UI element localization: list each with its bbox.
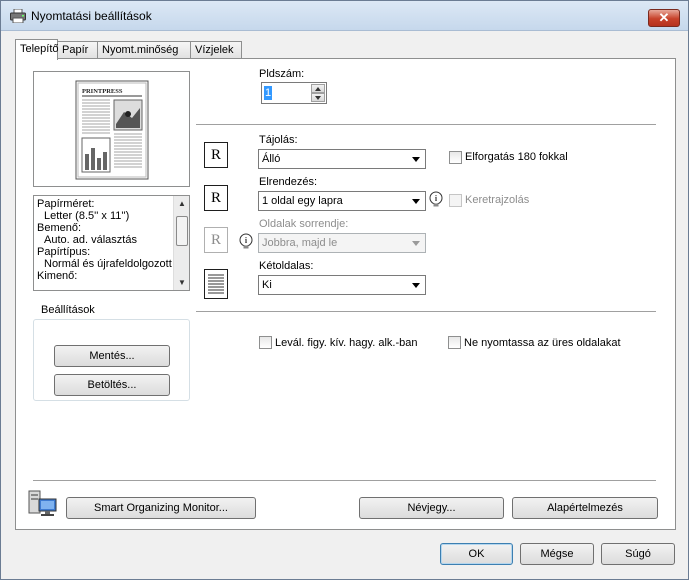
skip-blank-pages-checkbox[interactable] (448, 336, 461, 349)
draw-border-label: Keretrajzolás (465, 194, 530, 206)
page-preview-image: PRINTPRESS (75, 80, 149, 180)
summary-paper-size-label: Papírméret: (37, 198, 95, 210)
scroll-thumb[interactable] (176, 216, 188, 246)
duplex-value: Ki (262, 279, 272, 291)
layout-page-icon: R (204, 185, 228, 211)
draw-border-checkbox[interactable] (449, 194, 462, 207)
rotate-180-checkbox[interactable] (449, 151, 462, 164)
chevron-down-icon (412, 199, 420, 204)
page-order-label: Oldalak sorrendje: (259, 218, 349, 230)
summary-input-label: Bemenő: (37, 222, 82, 234)
info-bulb-icon[interactable]: i (428, 191, 444, 207)
orientation-portrait-icon: R (204, 142, 228, 168)
spin-up-icon[interactable] (311, 84, 325, 93)
copies-label: Pldszám: (259, 68, 305, 80)
orientation-value: Álló (262, 153, 281, 165)
orientation-label: Tájolás: (259, 134, 298, 146)
scroll-down-arrow-icon[interactable]: ▼ (175, 276, 189, 289)
tab-paper[interactable]: Papír (57, 41, 98, 59)
tab-print-quality[interactable]: Nyomt.minőség (97, 41, 191, 59)
info-bulb-icon[interactable]: i (238, 233, 254, 249)
duplex-select[interactable]: Ki (258, 275, 426, 295)
summary-input-value: Auto. ad. választás (44, 234, 137, 246)
title-bar: Nyomtatási beállítások ✕ (1, 1, 688, 31)
chevron-down-icon (412, 157, 420, 162)
copies-value[interactable]: 1 (264, 86, 273, 100)
chevron-down-icon (412, 283, 420, 288)
separate-jobs-checkbox[interactable] (259, 336, 272, 349)
chevron-down-icon (412, 241, 420, 246)
page-order-icon: R (204, 227, 228, 253)
page-preview: PRINTPRESS (33, 71, 190, 187)
tab-setup[interactable]: Telepítő (15, 39, 59, 60)
cancel-button[interactable]: Mégse (520, 543, 594, 565)
page-order-value: Jobbra, majd le (262, 237, 338, 249)
page-order-select[interactable]: Jobbra, majd le (258, 233, 426, 253)
separator-top (196, 124, 656, 125)
separator-middle (196, 311, 656, 312)
settings-summary-list[interactable]: Papírméret: Letter (8.5'' x 11'') Bemenő… (33, 195, 190, 291)
spin-down-icon[interactable] (311, 93, 325, 102)
layout-select[interactable]: 1 oldal egy lapra (258, 191, 426, 211)
printing-preferences-window: Nyomtatási beállítások ✕ Telepítő Papír … (0, 0, 689, 580)
smart-organizing-monitor-button[interactable]: Smart Organizing Monitor... (66, 497, 256, 519)
save-settings-button[interactable]: Mentés... (54, 345, 170, 367)
summary-paper-type-value: Normál és újrafeldolgozott (44, 258, 172, 270)
settings-group-title: Beállítások (39, 304, 97, 316)
close-button[interactable]: ✕ (648, 9, 680, 27)
help-button[interactable]: Súgó (601, 543, 675, 565)
separate-jobs-label: Levál. figy. kív. hagy. alk.-ban (275, 337, 418, 349)
printer-icon (10, 9, 26, 23)
rotate-180-label: Elforgatás 180 fokkal (465, 151, 568, 163)
summary-paper-type-label: Papírtípus: (37, 246, 91, 258)
tab-watermarks[interactable]: Vízjelek (190, 41, 242, 59)
copies-spinner[interactable]: 1 (261, 82, 327, 104)
summary-output-label: Kimenő: (37, 270, 78, 282)
summary-scrollbar[interactable]: ▲ ▼ (173, 196, 189, 290)
separator-bottom (33, 480, 656, 481)
summary-paper-size-value: Letter (8.5'' x 11'') (44, 210, 130, 222)
duplex-document-icon (204, 269, 228, 299)
layout-value: 1 oldal egy lapra (262, 195, 343, 207)
scroll-up-arrow-icon[interactable]: ▲ (175, 197, 189, 210)
load-settings-button[interactable]: Betöltés... (54, 374, 170, 396)
orientation-select[interactable]: Álló (258, 149, 426, 169)
preview-newspaper-title: PRINTPRESS (82, 88, 123, 95)
restore-defaults-button[interactable]: Alapértelmezés (512, 497, 658, 519)
duplex-label: Kétoldalas: (259, 260, 314, 272)
skip-blank-pages-label: Ne nyomtassa az üres oldalakat (464, 337, 621, 349)
layout-label: Elrendezés: (259, 176, 318, 188)
about-button[interactable]: Névjegy... (359, 497, 504, 519)
computer-monitor-icon (28, 490, 57, 516)
window-title: Nyomtatási beállítások (31, 9, 152, 23)
ok-button[interactable]: OK (440, 543, 513, 565)
tab-panel-setup: PRINTPRESS Papírméret: Letter (8.5'' x 1… (15, 58, 676, 530)
